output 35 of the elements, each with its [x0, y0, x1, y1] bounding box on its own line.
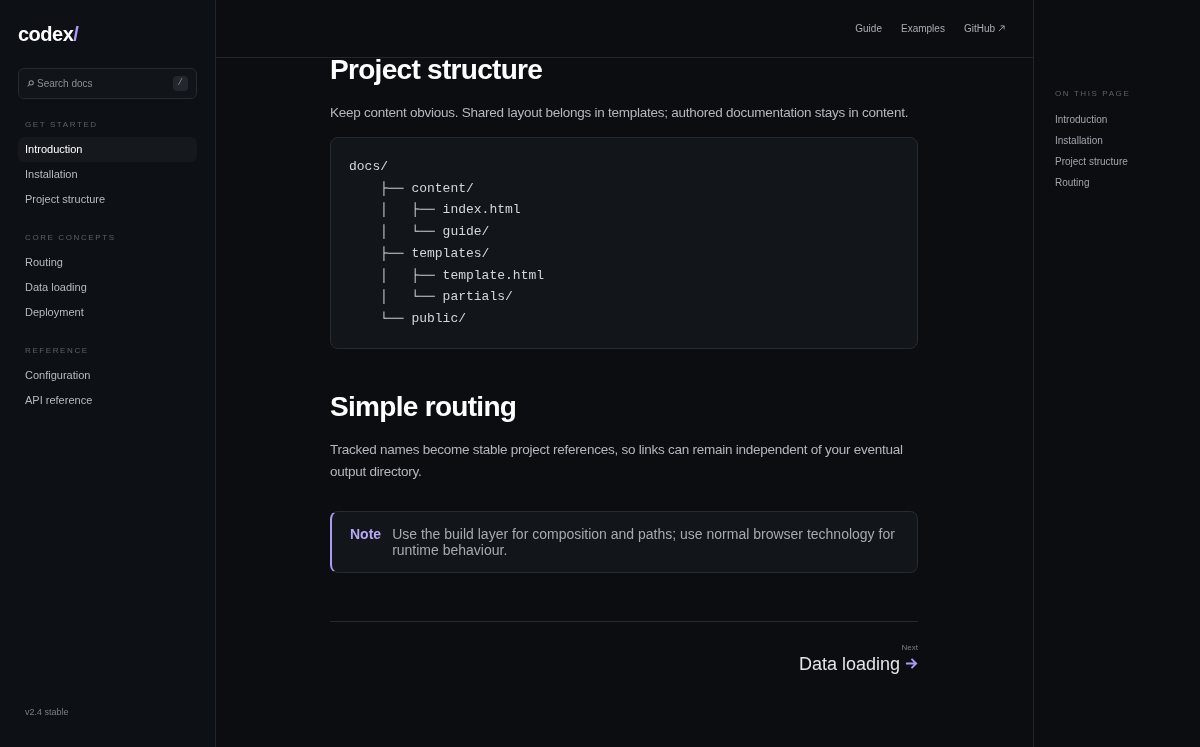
shortcut-key: /: [172, 75, 188, 92]
logo[interactable]: codex/: [18, 22, 197, 46]
sidebar-item[interactable]: API reference: [18, 388, 197, 413]
section-title: Simple routing: [330, 389, 518, 424]
external-link-icon: [998, 25, 1005, 32]
sidebar-item[interactable]: Project structure: [18, 187, 197, 212]
next-page-link[interactable]: Next Data loading: [798, 641, 918, 674]
nav-link[interactable]: Examples: [900, 21, 945, 36]
search-bar[interactable]: Search docs /: [18, 68, 197, 99]
section-title: Project structure: [330, 53, 544, 87]
code-block: docs/ ├── content/ │ ├── index.html │ └── guide/ ├── templates/ │ ├── template.html │ └── partials/ └── public/: [330, 137, 918, 349]
toc-link[interactable]: Routing: [1055, 172, 1200, 193]
arrow-right-icon: [905, 657, 918, 671]
nav-link[interactable]: Guide: [855, 21, 882, 36]
search-field[interactable]: Search docs: [37, 76, 170, 91]
note-label: Note: [350, 525, 382, 544]
nav-link[interactable]: GitHub: [963, 21, 1005, 36]
toc-link[interactable]: Introduction: [1055, 109, 1200, 130]
sidebar-item[interactable]: Configuration: [18, 363, 197, 388]
sidebar-item[interactable]: Installation: [18, 162, 197, 187]
paragraph: Keep content obvious. Shared layout belongs in templates; authored documentation stays in content.: [330, 104, 910, 122]
toc-heading: ON THIS PAGE: [1055, 88, 1132, 100]
sidebar-item[interactable]: Routing: [18, 250, 197, 275]
section-heading: REFERENCE: [24, 345, 90, 357]
sidebar-item[interactable]: Data loading: [18, 275, 197, 300]
paragraph: Tracked names become stable project references, so links can remain independent of your eventual output directory.: [330, 440, 904, 481]
toc-link[interactable]: Project structure: [1055, 151, 1200, 172]
search-icon: [27, 80, 34, 87]
section-heading: GET STARTED: [24, 119, 99, 131]
toc-link[interactable]: Installation: [1055, 130, 1200, 151]
section-heading: CORE CONCEPTS: [24, 232, 117, 244]
sidebar-item[interactable]: Deployment: [18, 300, 197, 325]
sidebar-item[interactable]: Introduction: [18, 137, 197, 162]
note-text: Use the build layer for composition and paths; use normal browser technology for runtime behaviour.: [392, 525, 896, 558]
version-label: v2.4 stable: [24, 705, 70, 719]
